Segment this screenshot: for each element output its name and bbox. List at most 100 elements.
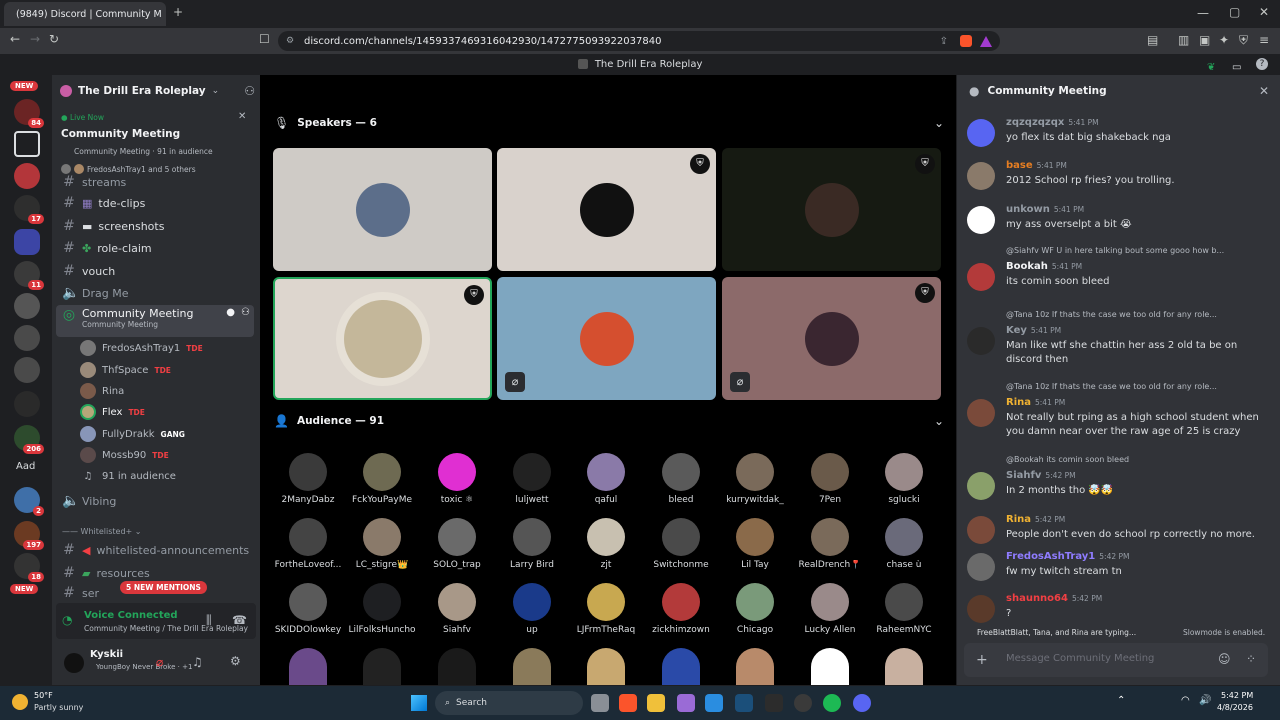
voice-user[interactable]: ThfSpace TDE [80,360,171,380]
avatar[interactable] [662,648,700,685]
spotify-icon[interactable] [823,694,841,712]
speakers-header[interactable]: 🎙 Speakers — 6 ⌄ [274,116,944,130]
xbox-icon[interactable] [765,694,783,712]
weather-icon[interactable] [12,694,28,710]
settings-gear-icon[interactable]: ⚙ [230,654,241,668]
message-author[interactable]: Key 5:41 PM [1006,325,1061,336]
channel-streams[interactable]: # streams [56,172,254,192]
noise-suppression-icon[interactable]: ⫼ [206,613,212,628]
avatar[interactable] [587,648,625,685]
audience-member[interactable]: zjt [569,518,643,570]
leo-ai-icon[interactable]: ✦ [1219,33,1229,47]
audience-member[interactable]: LJFrmTheRaq [569,583,643,635]
add-attachment-icon[interactable]: + [976,652,988,668]
voice-user[interactable]: Mossb90TDE⌀ [80,445,272,465]
voice-vibing[interactable]: 🔈 Vibing [56,491,254,511]
audience-member[interactable]: chase ù [867,518,941,570]
brave-rewards-icon[interactable] [980,35,992,47]
signal-icon[interactable]: ◔ [62,613,72,627]
audience-member[interactable]: bleed [644,453,718,505]
reply-preview[interactable]: @Tana 10z If thats the case we too old f… [1006,382,1261,391]
headphones-icon[interactable]: ♫ [192,655,203,669]
avatar[interactable] [967,595,995,623]
reply-preview[interactable]: @Bookah its comin soon bleed [1006,455,1261,464]
audience-member[interactable]: SOLO_trap [420,518,494,570]
audience-member[interactable]: up [495,583,569,635]
avatar[interactable] [967,162,995,190]
avatar[interactable] [967,263,995,291]
brave-shield-icon[interactable] [960,35,972,47]
audience-member[interactable]: FckYouPayMe [345,453,419,505]
voice-connected-title[interactable]: Voice Connected [84,610,178,621]
wallet-icon[interactable]: ▣ [1199,33,1210,47]
audience-member[interactable]: RealDrench📍 [793,518,867,570]
avatar[interactable] [64,653,84,673]
tray-chevron-icon[interactable]: ⌃ [1117,695,1125,706]
speaker-tile[interactable]: ⛨ [722,148,941,271]
audience-member[interactable]: zickhimzown [644,583,718,635]
server-icon[interactable]: 84 [14,99,44,128]
store-icon[interactable] [705,694,723,712]
add-member-icon[interactable]: ⚇ [244,84,255,98]
sidebar-icon[interactable]: ▥ [1178,33,1189,47]
server-icon[interactable]: 18 [14,553,44,582]
avatar[interactable] [736,648,774,685]
server-icon[interactable] [14,131,40,157]
audience-member[interactable]: LC_stigre👑 [345,518,419,570]
speaker-tile[interactable] [273,148,492,271]
server-icon[interactable]: 197 [14,521,44,550]
avatar[interactable] [967,327,995,355]
close-window-icon[interactable]: ✕ [1259,5,1269,19]
server-header[interactable]: The Drill Era Roleplay ⌄ ⚇ [60,83,255,99]
invite-icon[interactable]: ⚇ [241,307,250,318]
username[interactable]: Kyskii [90,649,123,660]
wifi-icon[interactable]: ◠ [1181,695,1190,706]
minimize-icon[interactable]: — [1197,6,1209,20]
audience-member[interactable]: SKIDDOlowkey [271,583,345,635]
audience-member[interactable]: FortheLoveof... [271,518,345,570]
server-icon[interactable] [14,391,40,417]
audience-header[interactable]: 👤 Audience — 91 ⌄ [274,414,944,428]
new-tab-button[interactable]: + [173,5,183,19]
message-author[interactable]: FredosAshTray1 5:42 PM [1006,551,1130,562]
channel-role-claim[interactable]: # ✤ role-claim [56,238,254,258]
audience-member[interactable]: 7Pen [793,453,867,505]
discord-taskbar-icon[interactable] [853,694,871,712]
maximize-icon[interactable]: ▢ [1229,5,1240,19]
audience-member[interactable]: qaful [569,453,643,505]
audience-member[interactable]: Lucky Allen [793,583,867,635]
menu-icon[interactable]: ≡ [1259,33,1269,47]
message-author[interactable]: base 5:41 PM [1006,160,1067,171]
audience-member[interactable]: 2ManyDabz [271,453,345,505]
file-explorer-icon[interactable] [647,694,665,712]
server-icon[interactable]: 17 [14,195,44,224]
chatgpt-icon[interactable] [794,694,812,712]
help-icon[interactable]: ? [1256,58,1268,70]
live-title[interactable]: Community Meeting [61,128,180,140]
server-icon[interactable]: 206 [14,425,44,454]
apps-icon[interactable]: ⁘ [1246,652,1256,666]
voice-user[interactable]: Rina [80,381,124,401]
channel-tde-clips[interactable]: # ▦ tde-clips [56,193,254,213]
chevron-down-icon[interactable]: ⌄ [934,116,944,130]
server-icon[interactable] [14,293,40,319]
avatar[interactable] [513,648,551,685]
start-icon[interactable] [411,695,427,711]
voice-user[interactable]: FredosAshTray1 TDE [80,338,203,358]
server-icon[interactable] [14,325,40,351]
vpn-icon[interactable]: ⛨ [1239,33,1248,48]
avatar[interactable] [967,553,995,581]
reply-preview[interactable]: @Siahfv WF U in here talking bout some g… [1006,246,1261,255]
copilot-icon[interactable] [677,694,695,712]
channel-whitelisted-announcements[interactable]: # ◀ whitelisted-announcements [56,540,254,560]
server-aad[interactable]: Aad [16,461,35,472]
back-icon[interactable]: ← [10,32,20,46]
site-info-icon[interactable]: ⚙ [286,36,294,46]
audience-member[interactable]: Larry Bird [495,518,569,570]
forward-icon[interactable]: → [30,32,40,46]
clock-date[interactable]: 4/8/2026 [1217,703,1253,712]
voice-user[interactable]: FullyDrakkGANG⌀ [80,424,272,444]
message-author[interactable]: unkown 5:41 PM [1006,204,1084,215]
stage-community-meeting[interactable]: ◎ Community Meeting Community Meeting ● … [56,305,254,337]
server-icon[interactable]: 2 [14,487,44,516]
